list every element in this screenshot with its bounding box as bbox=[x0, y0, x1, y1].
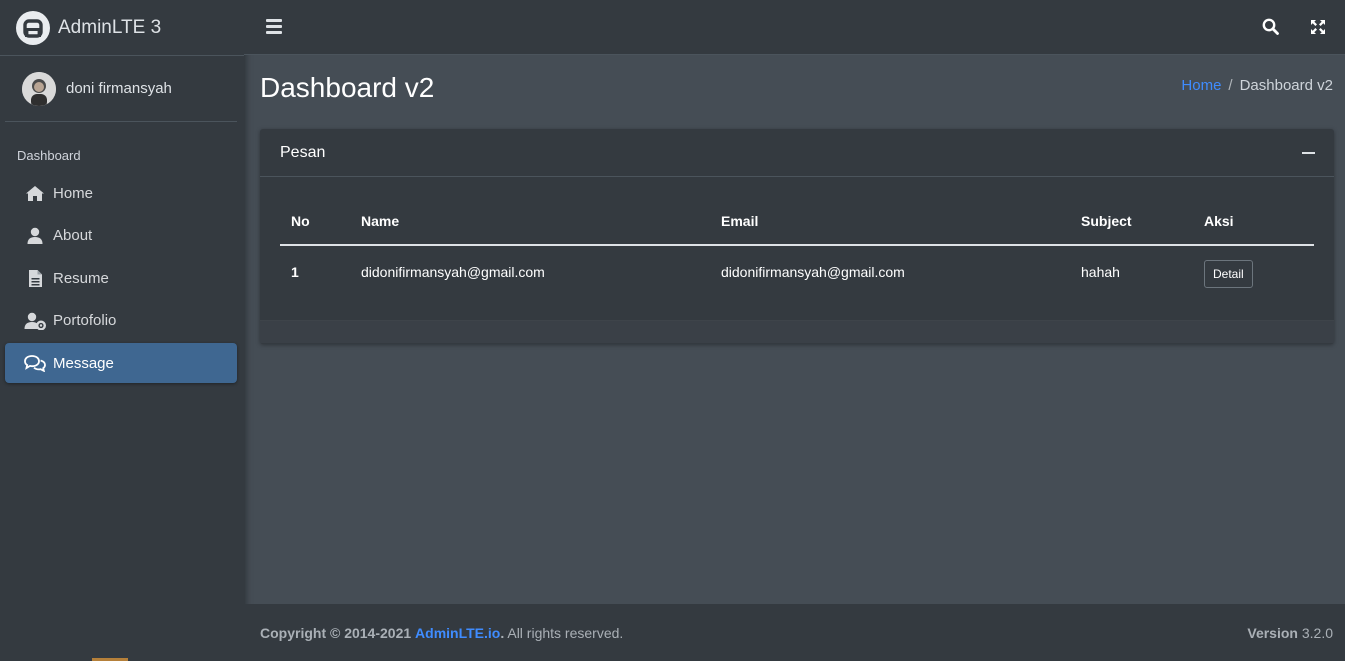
copyright-label: Copyright © 2014-2021 bbox=[260, 624, 412, 641]
sidebar-item-about[interactable]: About bbox=[5, 216, 237, 256]
column-header-aksi: Aksi bbox=[1193, 197, 1314, 246]
cell-subject: hahah bbox=[1081, 264, 1120, 280]
sidebar-item-message[interactable]: Message bbox=[5, 343, 237, 383]
main-footer: Copyright © 2014-2021 AdminLTE.io. All r… bbox=[244, 604, 1345, 661]
collapse-icon[interactable] bbox=[1302, 152, 1315, 154]
sidebar-item-label: Message bbox=[53, 354, 114, 372]
breadcrumb-current: Dashboard v2 bbox=[1239, 77, 1333, 94]
version-label: Version bbox=[1247, 624, 1298, 641]
adminlte-logo-icon bbox=[16, 10, 50, 45]
breadcrumb: Home / Dashboard v2 bbox=[1181, 77, 1333, 94]
table-header-row: No Name Email Subject Aksi bbox=[280, 197, 1314, 246]
version-info: Version 3.2.0 bbox=[1247, 625, 1333, 641]
brand-text: AdminLTE 3 bbox=[58, 16, 162, 38]
footer-brand-link[interactable]: AdminLTE.io bbox=[415, 625, 500, 641]
page-title: Dashboard v2 bbox=[260, 72, 435, 103]
cell-email: didonifirmansyah@gmail.com bbox=[721, 264, 905, 280]
fullscreen-icon[interactable] bbox=[1310, 19, 1326, 40]
main-sidebar: AdminLTE 3 doni firmansyah Dashboard Hom… bbox=[0, 0, 244, 661]
breadcrumb-separator: / bbox=[1228, 77, 1233, 94]
home-icon bbox=[24, 183, 46, 203]
column-header-no: No bbox=[280, 197, 350, 246]
footer-rights: All rights reserved. bbox=[504, 624, 624, 641]
cell-no: 1 bbox=[291, 264, 299, 280]
sidebar-item-label: About bbox=[53, 227, 93, 244]
menu-toggle-icon[interactable] bbox=[266, 19, 282, 35]
nav-header: Dashboard bbox=[17, 148, 81, 163]
top-navbar bbox=[244, 0, 1345, 55]
user-icon bbox=[24, 226, 46, 246]
search-icon[interactable] bbox=[1262, 18, 1279, 40]
column-header-email: Email bbox=[710, 197, 1070, 246]
card-title: Pesan bbox=[280, 143, 326, 161]
copyright-text: Copyright © 2014-2021 AdminLTE.io. All r… bbox=[260, 625, 623, 641]
card-header: Pesan bbox=[260, 129, 1334, 177]
user-name: doni firmansyah bbox=[66, 80, 172, 97]
messages-table: No Name Email Subject Aksi 1 didonifirma… bbox=[280, 197, 1314, 297]
sidebar-item-portofolio[interactable]: Portofolio bbox=[5, 301, 237, 341]
user-panel[interactable]: doni firmansyah bbox=[5, 56, 237, 122]
messages-card: Pesan No Name Email Subject Aksi 1 didon… bbox=[260, 129, 1334, 344]
sidebar-item-label: Resume bbox=[53, 269, 109, 287]
column-header-subject: Subject bbox=[1070, 197, 1193, 246]
column-header-name: Name bbox=[350, 197, 710, 246]
sidebar-item-home[interactable]: Home bbox=[5, 173, 237, 213]
sidebar-item-label: Home bbox=[53, 184, 94, 202]
cell-name: didonifirmansyah@gmail.com bbox=[361, 264, 545, 280]
version-number: 3.2.0 bbox=[1301, 624, 1333, 641]
detail-button[interactable]: Detail bbox=[1204, 260, 1253, 288]
breadcrumb-home-link[interactable]: Home bbox=[1181, 77, 1221, 94]
card-footer bbox=[260, 320, 1334, 343]
avatar bbox=[22, 71, 56, 106]
user-cog-icon bbox=[24, 311, 46, 331]
cell-aksi: Detail bbox=[1193, 245, 1314, 297]
file-icon bbox=[24, 268, 46, 288]
comments-icon bbox=[24, 353, 46, 373]
table-row: 1 didonifirmansyah@gmail.com didonifirma… bbox=[280, 245, 1314, 297]
card-body: No Name Email Subject Aksi 1 didonifirma… bbox=[260, 177, 1334, 320]
sidebar-item-resume[interactable]: Resume bbox=[5, 258, 237, 298]
brand-link[interactable]: AdminLTE 3 bbox=[0, 0, 244, 56]
sidebar-item-label: Portofolio bbox=[53, 312, 117, 329]
